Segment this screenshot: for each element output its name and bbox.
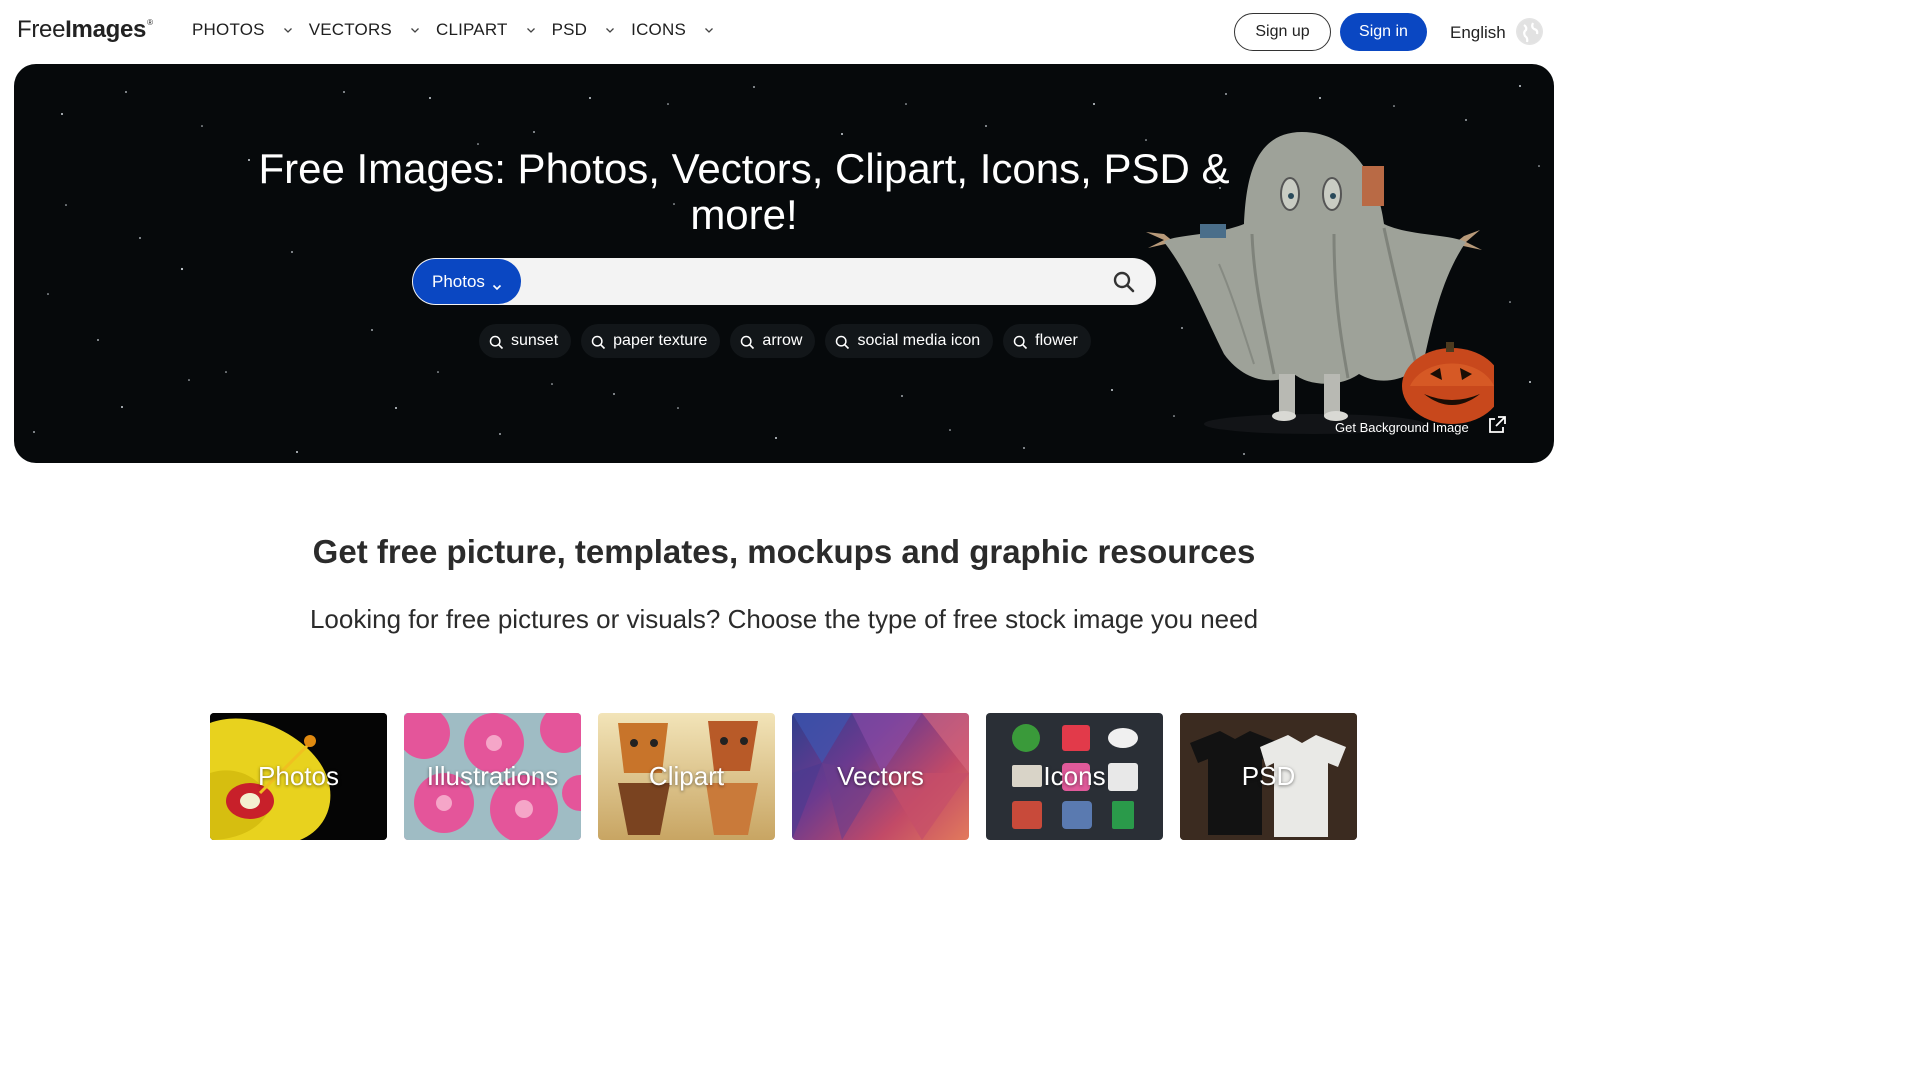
popular-searches: sunset paper texture arrow social media … <box>14 324 1554 358</box>
search-type-dropdown[interactable]: Photos <box>413 259 521 304</box>
get-background-image-link[interactable]: Get Background Image <box>1335 415 1507 435</box>
nav-photos[interactable]: PHOTOS <box>192 20 309 40</box>
search-icon <box>591 335 606 350</box>
chevron-down-icon[interactable] <box>526 25 536 35</box>
hero-title: Free Images: Photos, Vectors, Clipart, I… <box>258 145 1230 238</box>
category-card-photos[interactable]: Photos <box>210 713 387 840</box>
chevron-down-icon[interactable] <box>283 25 293 35</box>
search-bar: Photos <box>412 258 1156 305</box>
search-icon <box>836 335 850 350</box>
search-icon <box>489 335 504 350</box>
category-label: Clipart <box>648 761 725 791</box>
category-label: Icons <box>1043 761 1106 791</box>
category-label: Photos <box>258 761 339 791</box>
nav-icons[interactable]: ICONS <box>631 20 730 40</box>
nav-photos-label: PHOTOS <box>192 20 265 39</box>
main-nav: PHOTOS VECTORS CLIPART PSD ICONS <box>192 20 730 40</box>
nav-vectors-label: VECTORS <box>308 20 392 39</box>
search-icon <box>741 335 755 350</box>
nav-psd[interactable]: PSD <box>552 20 632 40</box>
category-card-clipart[interactable]: Clipart <box>598 713 775 840</box>
hero-banner: Free Images: Photos, Vectors, Clipart, I… <box>14 64 1554 463</box>
category-card-psd[interactable]: PSD <box>1180 713 1357 840</box>
section-title: Get free picture, templates, mockups and… <box>312 533 1256 570</box>
category-label: PSD <box>1241 761 1296 791</box>
nav-psd-label: PSD <box>551 20 588 39</box>
category-card-vectors[interactable]: Vectors <box>792 713 969 840</box>
nav-icons-label: ICONS <box>631 20 686 39</box>
external-link-icon <box>1488 415 1506 433</box>
language-selector[interactable]: English <box>1450 18 1543 45</box>
chevron-down-icon <box>492 277 502 290</box>
globe-icon <box>1515 18 1543 45</box>
category-card-illustrations[interactable]: Illustrations <box>404 713 581 840</box>
search-icon <box>1013 335 1028 350</box>
freeimages-logo[interactable]: Free Images ® <box>17 16 153 44</box>
search-chip[interactable]: arrow <box>730 324 816 358</box>
search-chip[interactable]: paper texture <box>581 324 721 358</box>
top-header: Free Images ® PHOTOS VECTORS CLIPART PSD I… <box>0 0 1568 62</box>
sign-up-button[interactable]: Sign up <box>1234 13 1331 51</box>
nav-vectors[interactable]: VECTORS <box>309 20 436 40</box>
category-card-icons[interactable]: Icons <box>986 713 1163 840</box>
category-cards: Photos Illustrations Clipart Vectors Ico… <box>210 713 1374 840</box>
search-type-label: Photos <box>432 271 485 291</box>
search-chip[interactable]: social media icon <box>825 324 994 358</box>
sign-in-button[interactable]: Sign in <box>1340 13 1427 51</box>
category-label: Illustrations <box>426 761 559 791</box>
chevron-down-icon[interactable] <box>704 25 714 35</box>
nav-clipart[interactable]: CLIPART <box>436 20 552 40</box>
language-label: English <box>1450 22 1506 42</box>
chevron-down-icon[interactable] <box>605 25 615 35</box>
search-icon[interactable] <box>1112 270 1136 294</box>
section-subtitle: Looking for free pictures or visuals? Ch… <box>309 604 1259 634</box>
search-chip[interactable]: flower <box>1003 324 1091 358</box>
chevron-down-icon[interactable] <box>410 25 420 35</box>
search-chip[interactable]: sunset <box>479 324 572 358</box>
nav-clipart-label: CLIPART <box>435 20 508 39</box>
category-label: Vectors <box>837 761 924 791</box>
search-input[interactable] <box>524 258 1104 305</box>
